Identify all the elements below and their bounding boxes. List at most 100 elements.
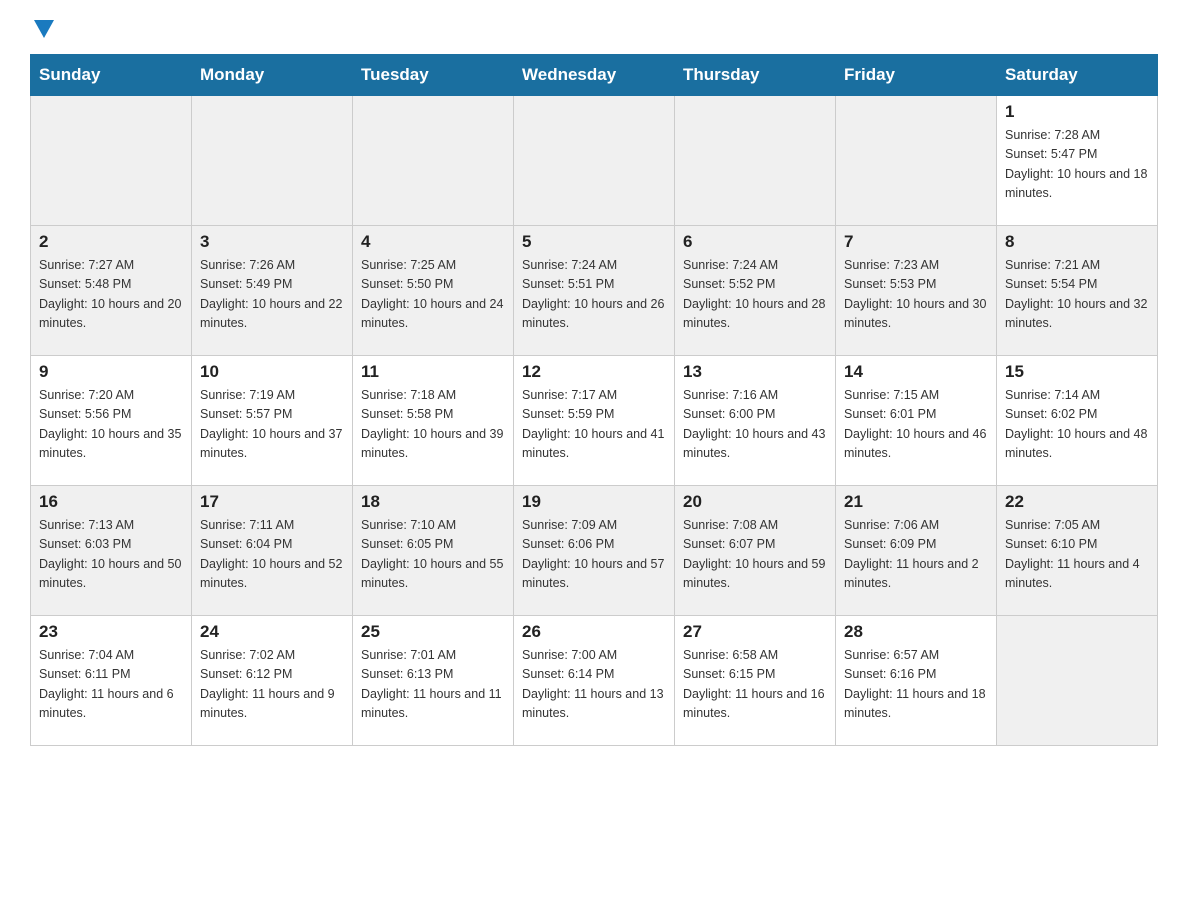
- column-header-tuesday: Tuesday: [353, 55, 514, 96]
- calendar-cell: 19 Sunrise: 7:09 AM Sunset: 6:06 PM Dayli…: [514, 486, 675, 616]
- calendar-cell: 16 Sunrise: 7:13 AM Sunset: 6:03 PM Dayli…: [31, 486, 192, 616]
- day-number: 25: [361, 622, 505, 642]
- day-number: 22: [1005, 492, 1149, 512]
- calendar-cell: 27 Sunrise: 6:58 AM Sunset: 6:15 PM Dayli…: [675, 616, 836, 746]
- calendar-cell: 3 Sunrise: 7:26 AM Sunset: 5:49 PM Daylig…: [192, 226, 353, 356]
- day-info: Sunrise: 7:15 AM Sunset: 6:01 PM Dayligh…: [844, 386, 988, 464]
- logo-text: [30, 20, 54, 42]
- day-info: Sunrise: 7:08 AM Sunset: 6:07 PM Dayligh…: [683, 516, 827, 594]
- calendar-cell: 1 Sunrise: 7:28 AM Sunset: 5:47 PM Daylig…: [997, 96, 1158, 226]
- calendar-cell: [514, 96, 675, 226]
- day-number: 5: [522, 232, 666, 252]
- calendar-cell: 28Sunrise: 6:57 AM Sunset: 6:16 PM Dayli…: [836, 616, 997, 746]
- day-info: Sunrise: 7:04 AM Sunset: 6:11 PM Dayligh…: [39, 646, 183, 724]
- day-number: 11: [361, 362, 505, 382]
- calendar-week-row: 16 Sunrise: 7:13 AM Sunset: 6:03 PM Dayli…: [31, 486, 1158, 616]
- calendar-cell: 11Sunrise: 7:18 AM Sunset: 5:58 PM Dayli…: [353, 356, 514, 486]
- day-number: 19: [522, 492, 666, 512]
- calendar-cell: 21 Sunrise: 7:06 AM Sunset: 6:09 PM Dayli…: [836, 486, 997, 616]
- day-info: Sunrise: 7:14 AM Sunset: 6:02 PM Dayligh…: [1005, 386, 1149, 464]
- day-info: Sunrise: 6:58 AM Sunset: 6:15 PM Dayligh…: [683, 646, 827, 724]
- calendar-header-row: SundayMondayTuesdayWednesdayThursdayFrid…: [31, 55, 1158, 96]
- day-number: 26: [522, 622, 666, 642]
- column-header-saturday: Saturday: [997, 55, 1158, 96]
- calendar-week-row: 2 Sunrise: 7:27 AM Sunset: 5:48 PM Daylig…: [31, 226, 1158, 356]
- day-info: Sunrise: 7:00 AM Sunset: 6:14 PM Dayligh…: [522, 646, 666, 724]
- day-number: 3: [200, 232, 344, 252]
- day-number: 1: [1005, 102, 1149, 122]
- day-info: Sunrise: 7:01 AM Sunset: 6:13 PM Dayligh…: [361, 646, 505, 724]
- calendar-table: SundayMondayTuesdayWednesdayThursdayFrid…: [30, 54, 1158, 746]
- day-number: 13: [683, 362, 827, 382]
- calendar-cell: [192, 96, 353, 226]
- column-header-monday: Monday: [192, 55, 353, 96]
- column-header-thursday: Thursday: [675, 55, 836, 96]
- calendar-cell: 23Sunrise: 7:04 AM Sunset: 6:11 PM Dayli…: [31, 616, 192, 746]
- column-header-friday: Friday: [836, 55, 997, 96]
- day-number: 6: [683, 232, 827, 252]
- page-header: [30, 20, 1158, 38]
- calendar-cell: 20 Sunrise: 7:08 AM Sunset: 6:07 PM Dayli…: [675, 486, 836, 616]
- day-info: Sunrise: 7:02 AM Sunset: 6:12 PM Dayligh…: [200, 646, 344, 724]
- day-number: 18: [361, 492, 505, 512]
- day-number: 10: [200, 362, 344, 382]
- day-info: Sunrise: 7:05 AM Sunset: 6:10 PM Dayligh…: [1005, 516, 1149, 594]
- calendar-cell: 12 Sunrise: 7:17 AM Sunset: 5:59 PM Dayli…: [514, 356, 675, 486]
- day-info: Sunrise: 7:09 AM Sunset: 6:06 PM Dayligh…: [522, 516, 666, 594]
- logo-triangle-icon: [34, 20, 54, 38]
- day-number: 21: [844, 492, 988, 512]
- calendar-cell: [353, 96, 514, 226]
- day-number: 24: [200, 622, 344, 642]
- calendar-cell: 7 Sunrise: 7:23 AM Sunset: 5:53 PM Daylig…: [836, 226, 997, 356]
- calendar-cell: 13Sunrise: 7:16 AM Sunset: 6:00 PM Dayli…: [675, 356, 836, 486]
- day-number: 4: [361, 232, 505, 252]
- day-info: Sunrise: 7:21 AM Sunset: 5:54 PM Dayligh…: [1005, 256, 1149, 334]
- day-number: 17: [200, 492, 344, 512]
- calendar-cell: 6 Sunrise: 7:24 AM Sunset: 5:52 PM Daylig…: [675, 226, 836, 356]
- column-header-wednesday: Wednesday: [514, 55, 675, 96]
- day-number: 7: [844, 232, 988, 252]
- calendar-cell: 26 Sunrise: 7:00 AM Sunset: 6:14 PM Dayli…: [514, 616, 675, 746]
- day-info: Sunrise: 7:20 AM Sunset: 5:56 PM Dayligh…: [39, 386, 183, 464]
- calendar-cell: 14 Sunrise: 7:15 AM Sunset: 6:01 PM Dayli…: [836, 356, 997, 486]
- calendar-week-row: 9 Sunrise: 7:20 AM Sunset: 5:56 PM Daylig…: [31, 356, 1158, 486]
- day-number: 16: [39, 492, 183, 512]
- day-info: Sunrise: 7:27 AM Sunset: 5:48 PM Dayligh…: [39, 256, 183, 334]
- calendar-cell: 18 Sunrise: 7:10 AM Sunset: 6:05 PM Dayli…: [353, 486, 514, 616]
- day-info: Sunrise: 7:26 AM Sunset: 5:49 PM Dayligh…: [200, 256, 344, 334]
- calendar-cell: 24 Sunrise: 7:02 AM Sunset: 6:12 PM Dayli…: [192, 616, 353, 746]
- day-info: Sunrise: 7:24 AM Sunset: 5:52 PM Dayligh…: [683, 256, 827, 334]
- calendar-cell: 22 Sunrise: 7:05 AM Sunset: 6:10 PM Dayli…: [997, 486, 1158, 616]
- calendar-cell: 15 Sunrise: 7:14 AM Sunset: 6:02 PM Dayli…: [997, 356, 1158, 486]
- day-number: 12: [522, 362, 666, 382]
- calendar-cell: 10 Sunrise: 7:19 AM Sunset: 5:57 PM Dayli…: [192, 356, 353, 486]
- calendar-cell: 2 Sunrise: 7:27 AM Sunset: 5:48 PM Daylig…: [31, 226, 192, 356]
- calendar-cell: [675, 96, 836, 226]
- day-number: 27: [683, 622, 827, 642]
- day-info: Sunrise: 7:25 AM Sunset: 5:50 PM Dayligh…: [361, 256, 505, 334]
- day-info: Sunrise: 7:06 AM Sunset: 6:09 PM Dayligh…: [844, 516, 988, 594]
- column-header-sunday: Sunday: [31, 55, 192, 96]
- day-info: Sunrise: 7:17 AM Sunset: 5:59 PM Dayligh…: [522, 386, 666, 464]
- day-number: 28: [844, 622, 988, 642]
- day-number: 20: [683, 492, 827, 512]
- day-number: 9: [39, 362, 183, 382]
- day-info: Sunrise: 7:19 AM Sunset: 5:57 PM Dayligh…: [200, 386, 344, 464]
- calendar-cell: 17 Sunrise: 7:11 AM Sunset: 6:04 PM Dayli…: [192, 486, 353, 616]
- calendar-cell: 8 Sunrise: 7:21 AM Sunset: 5:54 PM Daylig…: [997, 226, 1158, 356]
- day-info: Sunrise: 7:10 AM Sunset: 6:05 PM Dayligh…: [361, 516, 505, 594]
- calendar-cell: 9 Sunrise: 7:20 AM Sunset: 5:56 PM Daylig…: [31, 356, 192, 486]
- day-number: 15: [1005, 362, 1149, 382]
- logo: [30, 20, 54, 38]
- day-number: 2: [39, 232, 183, 252]
- day-number: 8: [1005, 232, 1149, 252]
- day-number: 14: [844, 362, 988, 382]
- day-info: Sunrise: 7:23 AM Sunset: 5:53 PM Dayligh…: [844, 256, 988, 334]
- day-info: Sunrise: 7:11 AM Sunset: 6:04 PM Dayligh…: [200, 516, 344, 594]
- day-info: Sunrise: 7:28 AM Sunset: 5:47 PM Dayligh…: [1005, 126, 1149, 204]
- day-info: Sunrise: 7:24 AM Sunset: 5:51 PM Dayligh…: [522, 256, 666, 334]
- calendar-cell: 25 Sunrise: 7:01 AM Sunset: 6:13 PM Dayli…: [353, 616, 514, 746]
- day-info: Sunrise: 7:13 AM Sunset: 6:03 PM Dayligh…: [39, 516, 183, 594]
- calendar-week-row: 23Sunrise: 7:04 AM Sunset: 6:11 PM Dayli…: [31, 616, 1158, 746]
- calendar-cell: [997, 616, 1158, 746]
